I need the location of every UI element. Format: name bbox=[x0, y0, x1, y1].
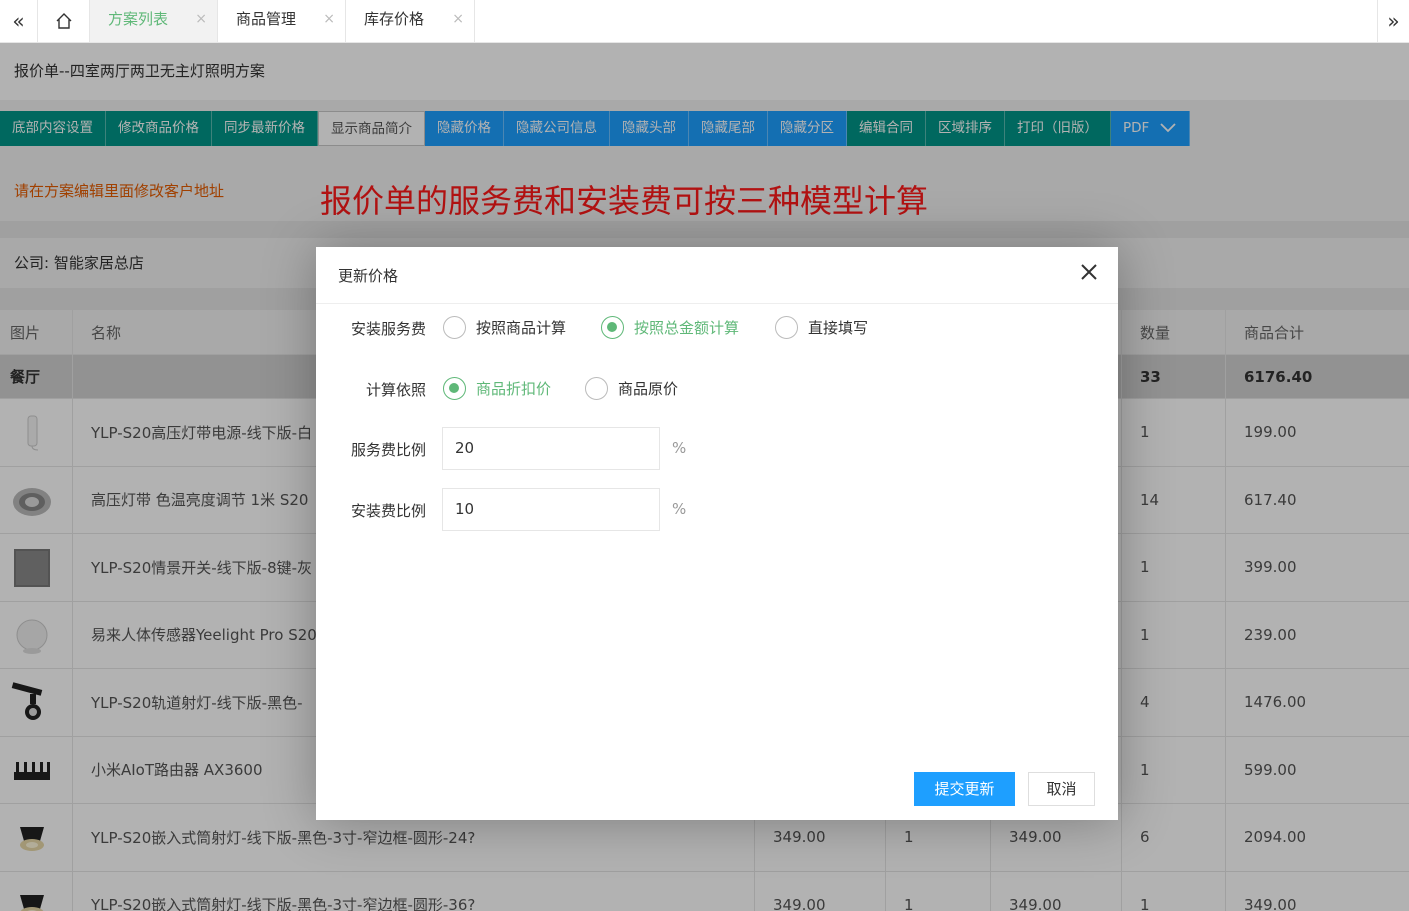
tab-stock-price[interactable]: 库存价格 × bbox=[346, 0, 475, 42]
basis-label: 计算依照 bbox=[365, 381, 426, 399]
dialog-title: 更新价格 bbox=[338, 267, 399, 285]
service-ratio-input[interactable]: 20 bbox=[442, 427, 660, 470]
tab-label: 库存价格 bbox=[364, 10, 425, 28]
radio-dot bbox=[775, 316, 798, 339]
install-service-label: 安装服务费 bbox=[350, 320, 426, 338]
radio-label: 按照商品计算 bbox=[476, 319, 567, 337]
close-icon[interactable] bbox=[1078, 261, 1100, 283]
submit-update-button[interactable]: 提交更新 bbox=[914, 772, 1015, 806]
close-icon[interactable]: × bbox=[195, 0, 207, 38]
scroll-right-icon[interactable]: » bbox=[1377, 0, 1409, 42]
radio-dot bbox=[443, 316, 466, 339]
radio-original-price[interactable]: 商品原价 bbox=[585, 377, 678, 400]
tab-label: 方案列表 bbox=[108, 10, 169, 28]
close-icon[interactable]: × bbox=[452, 0, 464, 38]
close-icon[interactable]: × bbox=[323, 0, 335, 38]
service-ratio-label: 服务费比例 bbox=[350, 441, 426, 459]
radio-dot bbox=[585, 377, 608, 400]
scroll-left-icon[interactable]: « bbox=[0, 0, 38, 42]
dialog-header: 更新价格 bbox=[316, 247, 1118, 304]
tab-label: 商品管理 bbox=[236, 10, 297, 28]
install-ratio-label: 安装费比例 bbox=[350, 502, 426, 520]
tab-plan-list[interactable]: 方案列表 × bbox=[90, 0, 218, 42]
tab-bar: « 方案列表 × 商品管理 × 库存价格 × » bbox=[0, 0, 1409, 43]
radio-label: 商品折扣价 bbox=[476, 380, 552, 398]
tab-product-management[interactable]: 商品管理 × bbox=[218, 0, 346, 42]
radio-discount-price[interactable]: 商品折扣价 bbox=[443, 377, 551, 400]
radio-by-total-amount[interactable]: 按照总金额计算 bbox=[601, 316, 739, 339]
percent-unit: % bbox=[672, 439, 687, 457]
radio-label: 直接填写 bbox=[808, 319, 869, 337]
radio-label: 按照总金额计算 bbox=[634, 319, 740, 337]
radio-direct-input[interactable]: 直接填写 bbox=[775, 316, 868, 339]
radio-by-product[interactable]: 按照商品计算 bbox=[443, 316, 566, 339]
radio-dot bbox=[443, 377, 466, 400]
cancel-button[interactable]: 取消 bbox=[1028, 772, 1095, 806]
home-icon[interactable] bbox=[38, 0, 90, 42]
radio-dot bbox=[601, 316, 624, 339]
update-price-dialog: 更新价格 安装服务费 按照商品计算 按照总金额计算 直接填写 计算依照 商品折扣… bbox=[316, 247, 1118, 820]
radio-label: 商品原价 bbox=[618, 380, 679, 398]
percent-unit: % bbox=[672, 500, 687, 518]
install-ratio-input[interactable]: 10 bbox=[442, 488, 660, 531]
